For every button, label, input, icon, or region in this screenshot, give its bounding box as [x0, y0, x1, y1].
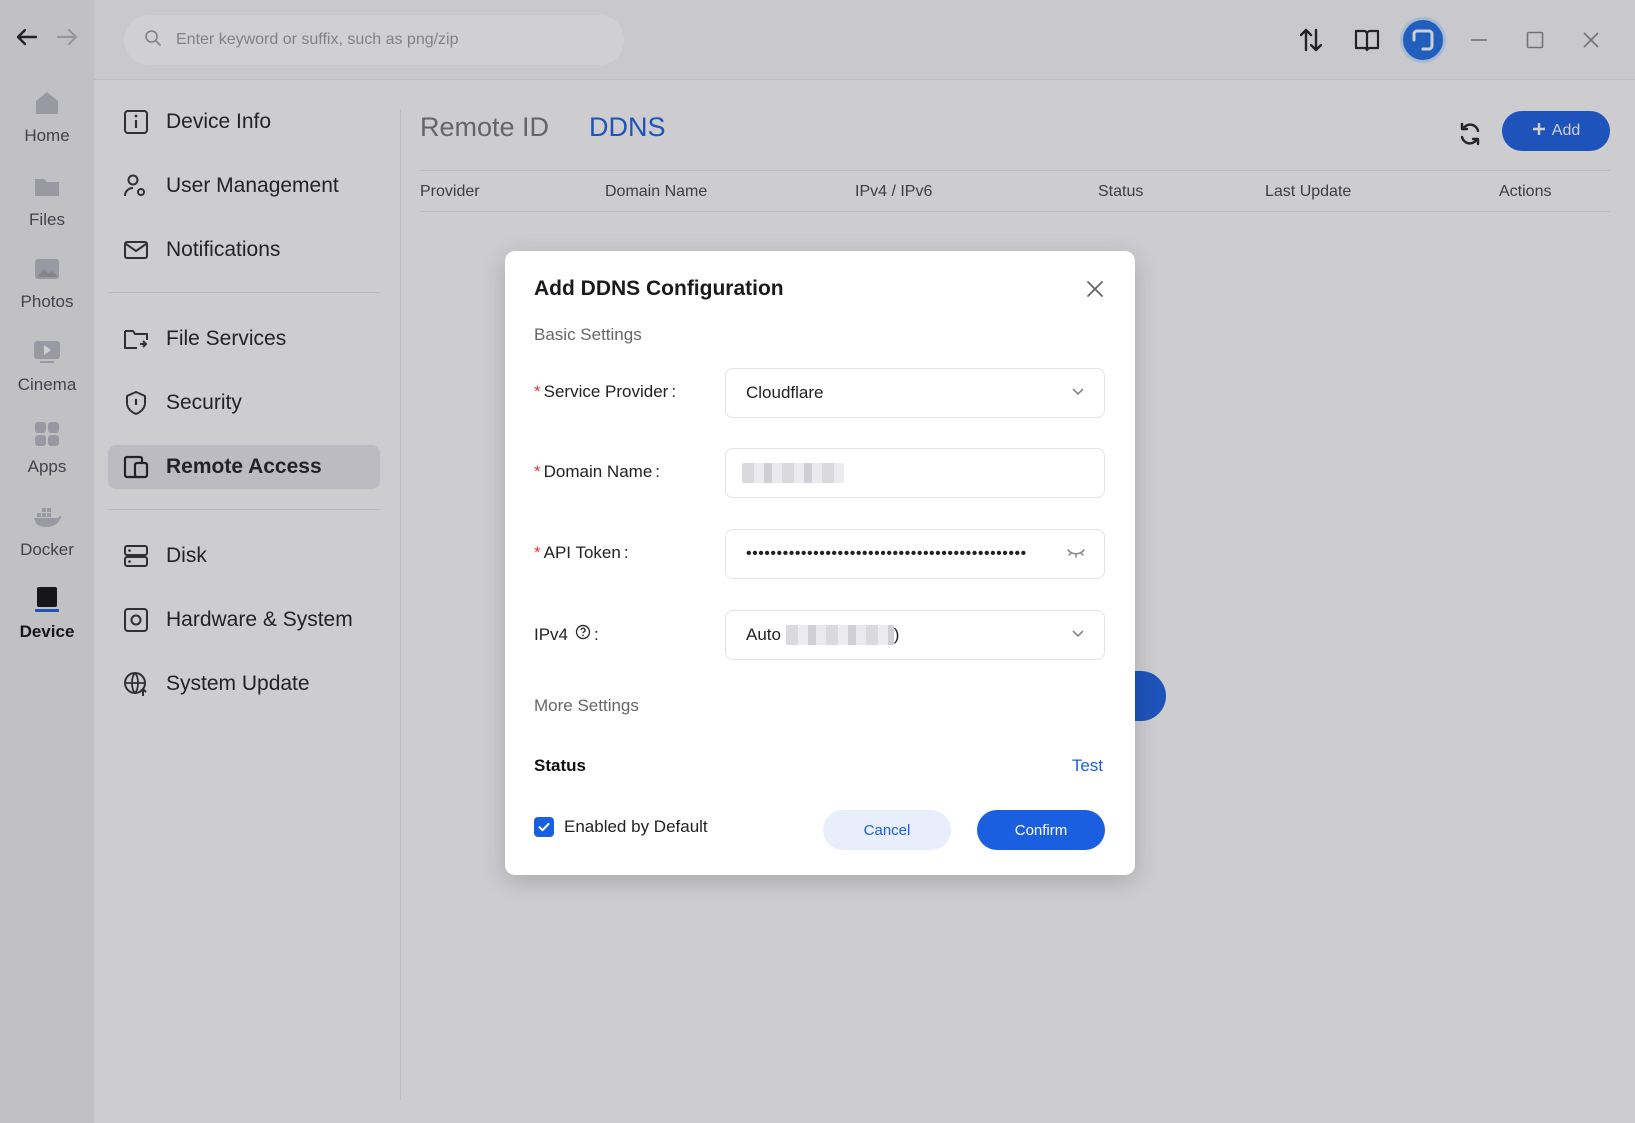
api-token-label: * API Token : — [534, 543, 629, 563]
label-text: IPv4 — [534, 624, 569, 644]
redacted-value — [742, 463, 844, 484]
required-mark: * — [534, 543, 541, 562]
dialog-title: Add DDNS Configuration — [534, 277, 784, 300]
ipv4-mode: Auto — [746, 624, 781, 644]
label-colon: : — [594, 624, 599, 644]
confirm-button[interactable]: Confirm — [977, 810, 1105, 850]
domain-name-label: * Domain Name : — [534, 462, 660, 482]
enabled-by-default-checkbox[interactable]: Enabled by Default — [534, 817, 708, 837]
chevron-down-icon — [1070, 625, 1086, 646]
test-link[interactable]: Test — [1072, 756, 1103, 776]
chevron-down-icon — [1070, 383, 1086, 404]
label-colon: : — [623, 543, 629, 562]
label-colon: : — [671, 382, 677, 401]
redacted-value — [785, 625, 894, 646]
enabled-by-default-label: Enabled by Default — [564, 817, 708, 836]
label-colon: : — [655, 462, 661, 481]
help-icon[interactable] — [575, 624, 591, 645]
check-icon[interactable] — [534, 817, 554, 837]
more-settings-heading: More Settings — [534, 696, 639, 715]
eye-closed-icon[interactable] — [1066, 544, 1086, 565]
ipv4-suffix: ) — [893, 624, 900, 644]
required-mark: * — [534, 382, 541, 401]
ipv4-value: Auto ) — [746, 625, 1070, 646]
domain-name-value — [742, 463, 1086, 484]
close-icon[interactable] — [1081, 275, 1109, 303]
cancel-button[interactable]: Cancel — [823, 810, 951, 850]
api-token-input[interactable]: ••••••••••••••••••••••••••••••••••••••••… — [725, 529, 1105, 579]
label-text: Domain Name — [543, 462, 653, 481]
api-token-value: ••••••••••••••••••••••••••••••••••••••••… — [746, 545, 1027, 562]
basic-settings-heading: Basic Settings — [534, 325, 642, 344]
domain-name-input[interactable] — [725, 448, 1105, 498]
required-mark: * — [534, 462, 541, 481]
label-text: Service Provider — [543, 382, 669, 401]
ipv4-label: IPv4 : — [534, 624, 599, 645]
service-provider-select[interactable]: Cloudflare — [725, 368, 1105, 418]
label-text: API Token — [543, 543, 621, 562]
add-ddns-dialog: Add DDNS Configuration Basic Settings * … — [505, 251, 1135, 875]
ipv4-select[interactable]: Auto ) — [725, 610, 1105, 660]
service-provider-label: * Service Provider : — [534, 382, 676, 402]
service-provider-value: Cloudflare — [746, 383, 824, 402]
status-label: Status — [534, 756, 586, 775]
